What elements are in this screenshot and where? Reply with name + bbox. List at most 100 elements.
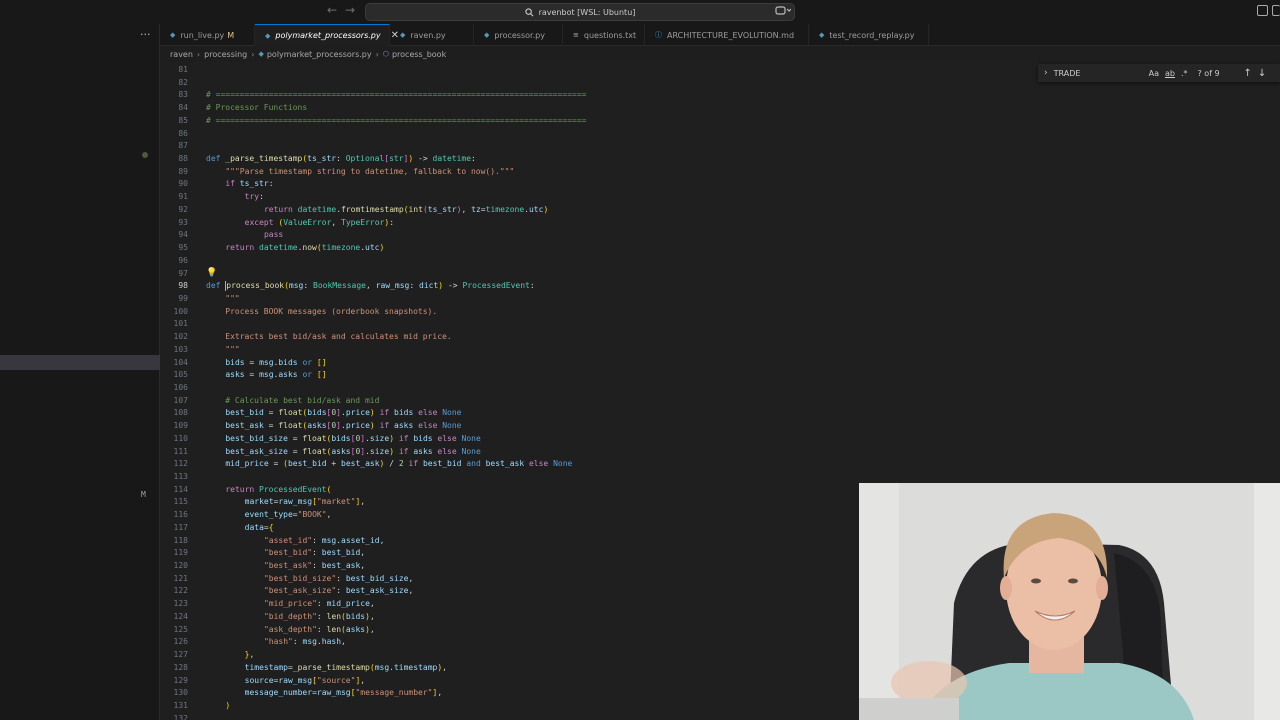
line-number: 97 xyxy=(178,268,188,278)
breadcrumb-item[interactable]: process_book xyxy=(392,50,446,59)
breadcrumb-item[interactable]: raven xyxy=(170,50,193,59)
match-case-icon[interactable]: Aa xyxy=(1149,69,1159,78)
line-code: best_bid_size = float(bids[0].size) if b… xyxy=(225,433,481,443)
line-code: best_ask = float(asks[0].price) if asks … xyxy=(225,421,462,431)
code-line[interactable]: 87 xyxy=(160,140,1280,153)
line-code: pass xyxy=(263,230,284,240)
back-arrow-icon[interactable]: ← xyxy=(327,3,337,17)
find-input[interactable]: TRADE xyxy=(1054,69,1149,78)
code-line[interactable]: 83 # ====================================… xyxy=(160,89,1280,102)
line-number: 107 xyxy=(173,395,188,405)
line-code: """ xyxy=(206,344,240,354)
find-widget: › TRADE Aa ab .* ? of 9 ↑ ↓ xyxy=(1038,64,1280,82)
code-line[interactable]: 92 return datetime.fromtimestamp(int(ts_… xyxy=(160,204,1280,217)
modified-badge: M xyxy=(227,30,235,40)
line-number: 109 xyxy=(173,421,188,431)
tab-label: ARCHITECTURE_EVOLUTION.md xyxy=(667,30,795,40)
code-line[interactable]: 101 xyxy=(160,318,1280,331)
tab-polymarket-processors[interactable]: ◆ polymarket_processors.py ✕ xyxy=(255,24,399,46)
line-number: 130 xyxy=(173,688,188,698)
line-number: 89 xyxy=(178,166,188,176)
code-line[interactable]: 85 # ====================================… xyxy=(160,115,1280,128)
code-line[interactable]: 102 Extracts best bid/ask and calculates… xyxy=(160,331,1280,344)
code-line[interactable]: 104 bids = msg.bids or [] xyxy=(160,357,1280,370)
tab-architecture-evolution[interactable]: ⓘ ARCHITECTURE_EVOLUTION.md xyxy=(645,24,809,46)
tab-raven[interactable]: ◆ raven.py xyxy=(390,24,474,46)
code-line[interactable]: 94 pass xyxy=(160,229,1280,242)
code-line[interactable]: 97 xyxy=(160,268,1280,281)
tab-questions[interactable]: ≡ questions.txt xyxy=(563,24,645,46)
line-number: 124 xyxy=(173,611,188,621)
line-number: 119 xyxy=(173,548,188,558)
line-code: mid_price = (best_bid + best_ask) / 2 if… xyxy=(225,459,573,469)
code-line[interactable]: 88 def _parse_timestamp(ts_str: Optional[… xyxy=(160,153,1280,166)
line-code: # Processor Functions xyxy=(206,103,308,113)
selected-row[interactable] xyxy=(0,355,160,370)
code-line[interactable]: 90 if ts_str: xyxy=(160,178,1280,191)
git-modified-marker: M xyxy=(141,490,146,499)
line-code: bids = msg.bids or [] xyxy=(225,357,327,367)
toggle-sidebar-icon[interactable] xyxy=(1257,5,1268,16)
code-line[interactable]: 110 best_bid_size = float(bids[0].size) … xyxy=(160,433,1280,446)
line-code: if ts_str: xyxy=(225,179,274,189)
code-line[interactable]: 89 """Parse timestamp string to datetime… xyxy=(160,166,1280,179)
copilot-icon[interactable] xyxy=(775,5,792,19)
text-file-icon: ≡ xyxy=(573,31,579,39)
regex-icon[interactable]: .* xyxy=(1181,69,1188,78)
breadcrumb-item[interactable]: processing xyxy=(204,50,247,59)
code-line[interactable]: 112 mid_price = (best_bid + best_ask) / … xyxy=(160,458,1280,471)
command-center[interactable]: ravenbot [WSL: Ubuntu] xyxy=(365,3,795,21)
line-number: 87 xyxy=(178,141,188,151)
line-number: 125 xyxy=(173,624,188,634)
code-line[interactable]: 100 Process BOOK messages (orderbook sna… xyxy=(160,306,1280,319)
previous-match-icon[interactable]: ↑ xyxy=(1244,68,1252,79)
webcam-overlay xyxy=(859,483,1280,720)
line-number: 94 xyxy=(178,230,188,240)
line-number: 86 xyxy=(178,128,188,138)
code-line[interactable]: 109 best_ask = float(asks[0].price) if a… xyxy=(160,420,1280,433)
line-number: 82 xyxy=(178,77,188,87)
tab-processor[interactable]: ◆ processor.py xyxy=(474,24,563,46)
line-number: 92 xyxy=(178,204,188,214)
code-line[interactable]: 105 asks = msg.asks or [] xyxy=(160,369,1280,382)
customize-layout-icon[interactable] xyxy=(1272,5,1280,16)
lightbulb-icon[interactable]: 💡 xyxy=(206,268,217,278)
more-actions-icon[interactable]: ··· xyxy=(140,28,151,41)
side-panel: ··· M xyxy=(0,24,160,720)
code-line[interactable]: 98 def process_book(msg: BookMessage, raw… xyxy=(160,280,1280,293)
breadcrumb-item[interactable]: polymarket_processors.py xyxy=(267,50,372,59)
code-line[interactable]: 93 except (ValueError, TypeError): xyxy=(160,217,1280,230)
code-line[interactable]: 96 xyxy=(160,255,1280,268)
code-line[interactable]: 106 xyxy=(160,382,1280,395)
tab-run-live[interactable]: ◆ run_live.py M xyxy=(160,24,255,46)
forward-arrow-icon[interactable]: → xyxy=(345,3,355,17)
whole-word-icon[interactable]: ab xyxy=(1165,69,1175,78)
line-number: 99 xyxy=(178,293,188,303)
code-line[interactable]: 108 best_bid = float(bids[0].price) if b… xyxy=(160,407,1280,420)
code-line[interactable]: 107 # Calculate best bid/ask and mid xyxy=(160,395,1280,408)
code-line[interactable]: 95 return datetime.now(timezone.utc) xyxy=(160,242,1280,255)
line-code: timestamp=_parse_timestamp(msg.timestamp… xyxy=(244,662,447,672)
python-file-icon: ◆ xyxy=(819,31,825,39)
next-match-icon[interactable]: ↓ xyxy=(1258,68,1266,79)
code-line[interactable]: 103 """ xyxy=(160,344,1280,357)
line-code: "best_bid": best_bid, xyxy=(263,548,366,558)
line-number: 101 xyxy=(173,319,188,329)
code-line[interactable]: 111 best_ask_size = float(asks[0].size) … xyxy=(160,446,1280,459)
line-code: asks = msg.asks or [] xyxy=(225,370,327,380)
line-code: """Parse timestamp string to datetime, f… xyxy=(225,166,515,176)
code-line[interactable]: 113 xyxy=(160,471,1280,484)
code-line[interactable]: 86 xyxy=(160,128,1280,141)
code-line[interactable]: 91 try: xyxy=(160,191,1280,204)
line-number: 117 xyxy=(173,522,188,532)
tab-test-record-replay[interactable]: ◆ test_record_replay.py xyxy=(809,24,929,46)
line-number: 127 xyxy=(173,650,188,660)
line-code: # ======================================… xyxy=(206,115,587,125)
line-code: "bid_depth": len(bids), xyxy=(263,611,375,621)
toggle-replace-icon[interactable]: › xyxy=(1044,68,1048,78)
code-line[interactable]: 99 """ xyxy=(160,293,1280,306)
line-code: source=raw_msg["source"], xyxy=(244,675,366,685)
code-line[interactable]: 84 # Processor Functions xyxy=(160,102,1280,115)
line-number: 128 xyxy=(173,662,188,672)
python-file-icon: ◆ xyxy=(258,50,264,58)
